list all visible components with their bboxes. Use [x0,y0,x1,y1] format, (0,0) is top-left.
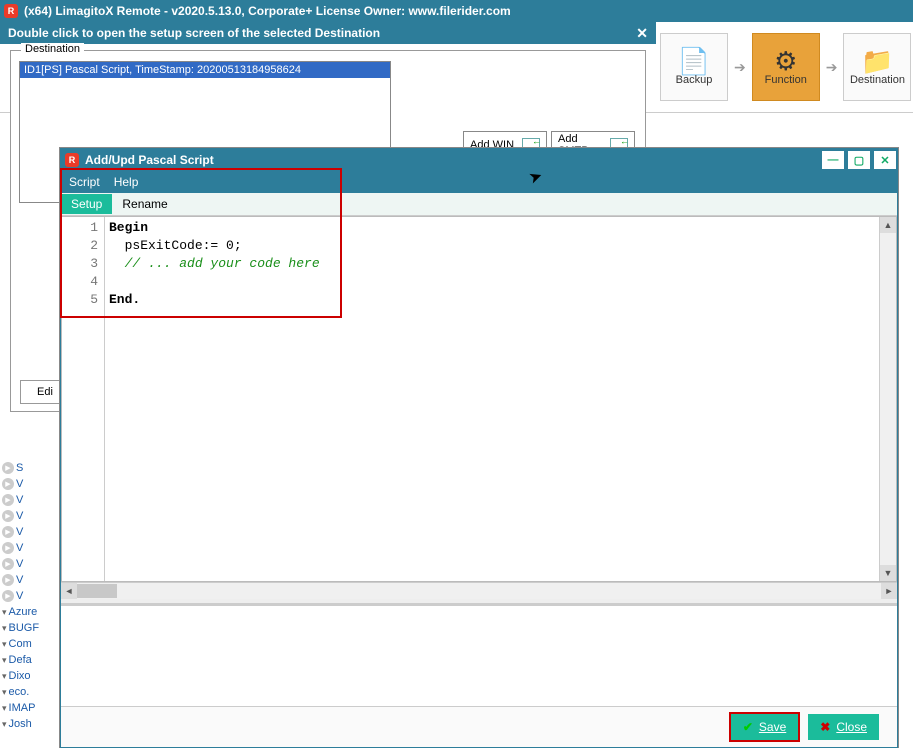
setup-hint-close-icon[interactable]: ✕ [636,25,648,42]
scroll-left-icon[interactable]: ◄ [61,583,77,599]
tree-item[interactable]: ▶V [0,572,58,588]
chevron-down-icon: ▾ [2,703,7,714]
tabbar: Setup Rename [61,193,897,216]
scroll-down-icon[interactable]: ▼ [880,565,896,581]
main-window-title: (x64) LimagitoX Remote - v2020.5.13.0, C… [24,0,511,22]
code-text[interactable]: Begin psExitCode:= 0; // ... add your co… [105,217,879,581]
chevron-down-icon: ▾ [2,639,7,650]
rules-tree: ▶S ▶V ▶V ▶V ▶V ▶V ▶V ▶V ▶V ▾Azure ▾BUGF … [0,460,58,748]
toolbar-function-label: Function [765,74,807,86]
toolbar-backup-button[interactable]: 📄 Backup [660,33,728,101]
code-editor[interactable]: 1 2 3 4 5 Begin psExitCode:= 0; // ... a… [61,216,897,582]
pascal-script-titlebar[interactable]: R Add/Upd Pascal Script — ▢ ✕ [61,149,897,171]
toolbar-destination-label: Destination [850,74,905,86]
play-icon: ▶ [2,526,14,538]
arrow-icon: ➔ [826,59,838,76]
check-icon: ✔ [743,720,753,734]
close-button[interactable]: ✕ [873,150,897,170]
tab-rename[interactable]: Rename [112,194,177,214]
play-icon: ▶ [2,478,14,490]
scroll-up-icon[interactable]: ▲ [880,217,896,233]
tree-group[interactable]: ▾Dixo [0,668,58,684]
tree-item[interactable]: ▶V [0,556,58,572]
toolbar-backup-label: Backup [676,74,713,86]
close-label: Close [836,720,867,734]
play-icon: ▶ [2,590,14,602]
chevron-down-icon: ▾ [2,719,7,730]
tree-item[interactable]: ▶V [0,476,58,492]
toolbar-function-button[interactable]: ⚙ Function [752,33,820,101]
tree-item[interactable]: ▶V [0,524,58,540]
tree-group[interactable]: ▾Azure [0,604,58,620]
tree-item[interactable]: ▶V [0,508,58,524]
tree-item[interactable]: ▶S [0,460,58,476]
tree-group[interactable]: ▾Com [0,636,58,652]
tree-group[interactable]: ▾IMAP [0,700,58,716]
play-icon: ▶ [2,494,14,506]
tab-setup[interactable]: Setup [61,194,112,214]
pascal-script-title: Add/Upd Pascal Script [85,153,214,167]
save-button[interactable]: ✔ Save [731,714,798,740]
scroll-track[interactable] [77,583,881,599]
minimize-button[interactable]: — [821,150,845,170]
app-icon: R [65,153,79,167]
horizontal-scrollbar[interactable]: ◄ ► [61,582,897,599]
chevron-down-icon: ▾ [2,607,7,618]
setup-hint-text: Double click to open the setup screen of… [8,26,380,40]
play-icon: ▶ [2,510,14,522]
chevron-down-icon: ▾ [2,687,7,698]
tree-group[interactable]: ▾Josh [0,716,58,732]
menu-script[interactable]: Script [69,175,100,189]
action-bar: ✔ Save ✖ Close [61,706,897,747]
scroll-thumb[interactable] [77,584,117,598]
line-gutter: 1 2 3 4 5 [62,217,105,581]
tree-item[interactable]: ▶V [0,588,58,604]
tree-group[interactable]: ▾Defa [0,652,58,668]
scroll-right-icon[interactable]: ► [881,583,897,599]
tree-group[interactable]: ▾BUGF [0,620,58,636]
main-window-titlebar: R (x64) LimagitoX Remote - v2020.5.13.0,… [0,0,913,22]
output-pane [61,603,897,706]
destination-group-label: Destination [21,43,84,55]
close-button[interactable]: ✖ Close [808,714,879,740]
app-icon: R [4,4,18,18]
tree-item[interactable]: ▶V [0,492,58,508]
file-icon: 📄 [678,48,710,74]
arrow-icon: ➔ [734,59,746,76]
play-icon: ▶ [2,574,14,586]
destination-list-item[interactable]: ID1[PS] Pascal Script, TimeStamp: 202005… [20,62,390,78]
cross-icon: ✖ [820,720,830,734]
save-label: Save [759,720,786,734]
tree-item[interactable]: ▶V [0,540,58,556]
gear-icon: ⚙ [774,48,797,74]
play-icon: ▶ [2,462,14,474]
menubar: Script Help [61,171,897,193]
chevron-down-icon: ▾ [2,623,7,634]
tree-group[interactable]: ▾eco. [0,684,58,700]
pascal-script-window: R Add/Upd Pascal Script — ▢ ✕ Script Hel… [60,148,898,748]
setup-hint-bar: Double click to open the setup screen of… [0,22,656,44]
play-icon: ▶ [2,558,14,570]
maximize-button[interactable]: ▢ [847,150,871,170]
play-icon: ▶ [2,542,14,554]
menu-help[interactable]: Help [114,175,139,189]
vertical-scrollbar[interactable]: ▲ ▼ [879,217,896,581]
chevron-down-icon: ▾ [2,671,7,682]
chevron-down-icon: ▾ [2,655,7,666]
toolbar-destination-button[interactable]: 📁 Destination [843,33,911,101]
folder-icon: 📁 [861,48,893,74]
